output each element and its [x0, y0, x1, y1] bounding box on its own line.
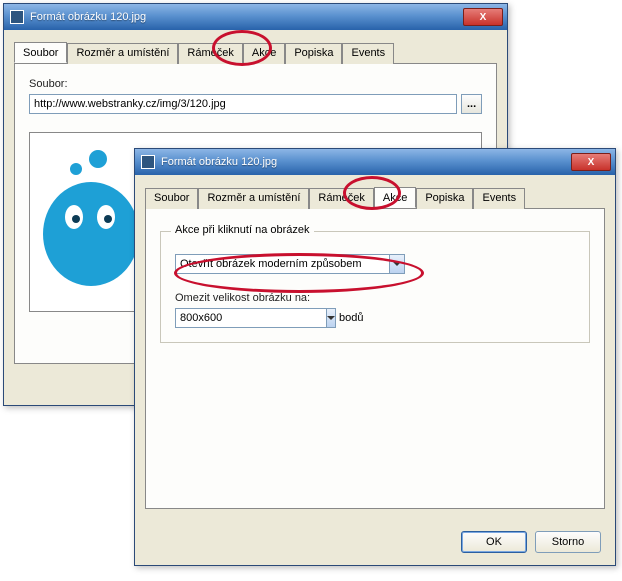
close-button[interactable]: X — [463, 8, 503, 26]
dialog-image-format-front: Formát obrázku 120.jpg X Soubor Rozměr a… — [134, 148, 616, 566]
file-path-input[interactable] — [29, 94, 457, 114]
app-icon — [10, 10, 24, 24]
tab-rozmer[interactable]: Rozměr a umístění — [198, 188, 309, 209]
preview-image — [36, 139, 146, 289]
action-combo[interactable] — [175, 254, 405, 274]
tabstrip: Soubor Rozměr a umístění Rámeček Akce Po… — [145, 187, 605, 209]
file-label: Soubor: — [29, 78, 482, 90]
browse-button[interactable]: ... — [461, 94, 482, 114]
tab-events[interactable]: Events — [342, 43, 394, 64]
tab-akce[interactable]: Akce — [374, 187, 416, 208]
tab-popiska[interactable]: Popiska — [416, 188, 473, 209]
group-click-action: Akce při kliknutí na obrázek Omezit veli… — [160, 231, 590, 343]
action-combo-value[interactable] — [175, 254, 389, 274]
tab-akce[interactable]: Akce — [243, 43, 285, 64]
limit-size-combo[interactable] — [175, 308, 325, 328]
limit-unit: bodů — [339, 312, 363, 324]
tab-body-akce: Akce při kliknutí na obrázek Omezit veli… — [145, 209, 605, 509]
tab-soubor[interactable]: Soubor — [14, 42, 67, 63]
tab-soubor[interactable]: Soubor — [145, 188, 198, 209]
tab-rozmer[interactable]: Rozměr a umístění — [67, 43, 178, 64]
tab-ramecek[interactable]: Rámeček — [178, 43, 242, 64]
limit-label: Omezit velikost obrázku na: — [175, 292, 575, 304]
chevron-down-icon[interactable] — [326, 308, 336, 328]
cancel-button[interactable]: Storno — [535, 531, 601, 553]
tab-ramecek[interactable]: Rámeček — [309, 188, 373, 209]
tab-events[interactable]: Events — [473, 188, 525, 209]
close-button[interactable]: X — [571, 153, 611, 171]
window-title: Formát obrázku 120.jpg — [161, 156, 571, 168]
tabstrip: Soubor Rozměr a umístění Rámeček Akce Po… — [14, 42, 497, 64]
tab-popiska[interactable]: Popiska — [285, 43, 342, 64]
ok-button[interactable]: OK — [461, 531, 527, 553]
titlebar[interactable]: Formát obrázku 120.jpg X — [4, 4, 507, 30]
limit-size-value[interactable] — [175, 308, 326, 328]
window-title: Formát obrázku 120.jpg — [30, 11, 463, 23]
dialog-footer: OK Storno — [461, 531, 601, 553]
app-icon — [141, 155, 155, 169]
group-title: Akce při kliknutí na obrázek — [171, 224, 314, 236]
chevron-down-icon[interactable] — [389, 254, 405, 274]
titlebar[interactable]: Formát obrázku 120.jpg X — [135, 149, 615, 175]
